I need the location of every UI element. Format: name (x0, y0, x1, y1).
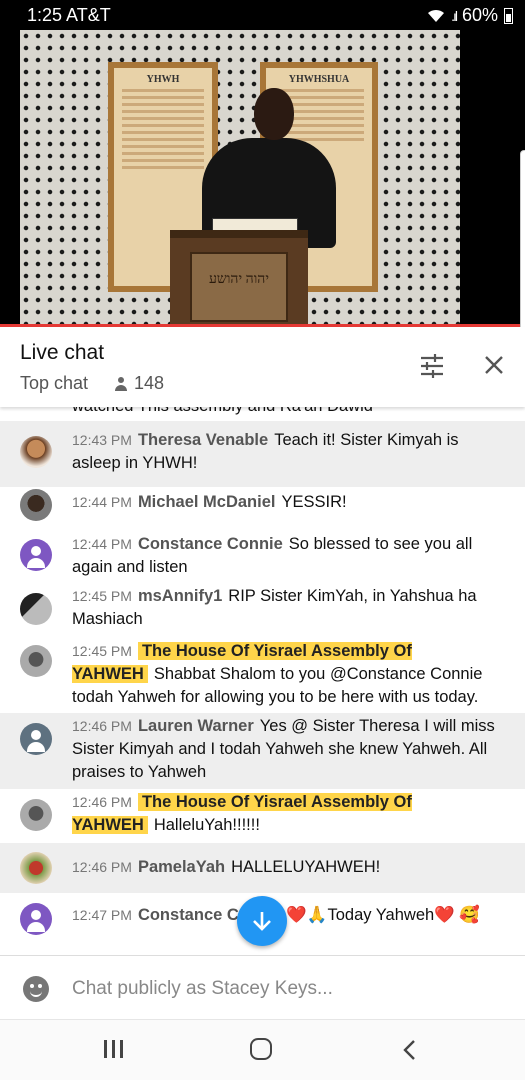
message-author[interactable]: msAnnify1 (138, 587, 222, 605)
smiley-icon[interactable] (23, 976, 49, 1002)
chat-message: 12:44 PM Constance Connie So blessed to se… (0, 531, 525, 585)
video-player[interactable]: YHWH YHWHSHUA יהוה יהושע (0, 30, 525, 327)
sign-left-title: YHWH (146, 74, 180, 85)
podium-plate: יהוה יהושע (190, 252, 288, 322)
chat-message: 12:43 PM Theresa Venable Teach it! Sister … (0, 421, 525, 487)
video-frame: YHWH YHWHSHUA יהוה יהושע (20, 30, 460, 327)
filter-icon[interactable] (418, 352, 446, 380)
viewer-count-value: 148 (134, 373, 165, 393)
message-author[interactable]: Theresa Venable (138, 431, 268, 449)
viewer-count: 148 (114, 373, 164, 394)
chat-mode-selector[interactable]: Top chat (20, 373, 88, 394)
status-icons: .ıl 60% (427, 5, 513, 26)
speaker-head (254, 88, 294, 140)
message-time: 12:44 PM (72, 536, 132, 552)
avatar[interactable] (20, 645, 52, 677)
status-bar: 1:25 AT&T .ıl 60% (0, 0, 525, 30)
chat-message: 12:46 PM The House Of Yisrael Assembly Of… (0, 789, 525, 843)
message-author[interactable]: Lauren Warner (138, 717, 254, 735)
chat-input-bar (0, 955, 525, 1019)
chat-message: 12:45 PM The House Of Yisrael Assembly Of… (0, 635, 525, 713)
signal-icon: .ıl (451, 7, 458, 24)
scroll-edge (520, 150, 525, 356)
recents-icon[interactable] (104, 1040, 124, 1058)
message-text: RIP Sister KimYah, in Yahshua ha Mashiac… (72, 587, 477, 628)
message-time: 12:46 PM (72, 794, 132, 810)
system-nav-bar (0, 1019, 525, 1080)
avatar[interactable] (20, 903, 52, 935)
message-time: 12:44 PM (72, 494, 132, 510)
message-author[interactable]: Michael McDaniel (138, 493, 276, 511)
jump-to-latest-button[interactable] (237, 896, 287, 946)
chat-message-list[interactable]: watched This assembly and Ra'an Dawid 12… (0, 407, 525, 955)
chat-message: watched This assembly and Ra'an Dawid (0, 407, 525, 419)
chat-title: Live chat (20, 341, 105, 364)
chat-message: 12:44 PM Michael McDaniel YESSIR! (0, 487, 525, 531)
status-time: 1:25 AT&T (27, 5, 111, 25)
message-time: 12:43 PM (72, 432, 132, 448)
avatar[interactable] (20, 852, 52, 884)
podium: יהוה יהושע (170, 230, 308, 327)
chat-message: 12:45 PM msAnnify1 RIP Sister KimYah, in Y… (0, 585, 525, 635)
message-author[interactable]: Constance Co (138, 906, 249, 924)
avatar[interactable] (20, 436, 52, 468)
sign-right-title: YHWHSHUA (288, 74, 350, 85)
message-text: HALLELUYAHWEH! (231, 858, 381, 876)
back-icon[interactable] (402, 1039, 416, 1061)
message-text: YESSIR! (281, 493, 347, 511)
message-time: 12:47 PM (72, 907, 132, 923)
message-text: watched This assembly and Ra'an Dawid (72, 407, 373, 415)
message-time: 12:46 PM (72, 718, 132, 734)
message-text: Yes @ Sister Theresa I will miss Sister … (72, 717, 495, 781)
battery-percent: 60% (461, 5, 498, 25)
avatar[interactable] (20, 539, 52, 571)
chat-message: 12:46 PM PamelaYah HALLELUYAHWEH! (0, 843, 525, 893)
battery-icon (504, 7, 513, 24)
message-text: HalleluYah!!!!!! (153, 816, 260, 834)
message-author[interactable]: PamelaYah (138, 858, 225, 876)
avatar[interactable] (20, 723, 52, 755)
person-icon (114, 376, 128, 391)
home-icon[interactable] (250, 1038, 272, 1060)
avatar[interactable] (20, 799, 52, 831)
message-time: 12:46 PM (72, 859, 132, 875)
chat-message: 12:46 PM Lauren Warner Yes @ Sister Theres… (0, 713, 525, 789)
message-text: Yes ❤️🙏Today Yahweh❤️ 🥰 (254, 906, 480, 924)
message-time: 12:45 PM (72, 588, 132, 604)
close-icon[interactable] (482, 353, 506, 377)
avatar[interactable] (20, 489, 52, 521)
chat-header: Live chat Top chat 148 (0, 327, 525, 407)
message-author[interactable]: Constance Connie (138, 535, 283, 553)
wifi-icon (428, 9, 445, 22)
arrow-down-icon (253, 912, 271, 931)
message-time: 12:45 PM (72, 643, 132, 659)
avatar[interactable] (20, 593, 52, 625)
chat-input[interactable] (72, 976, 502, 1002)
